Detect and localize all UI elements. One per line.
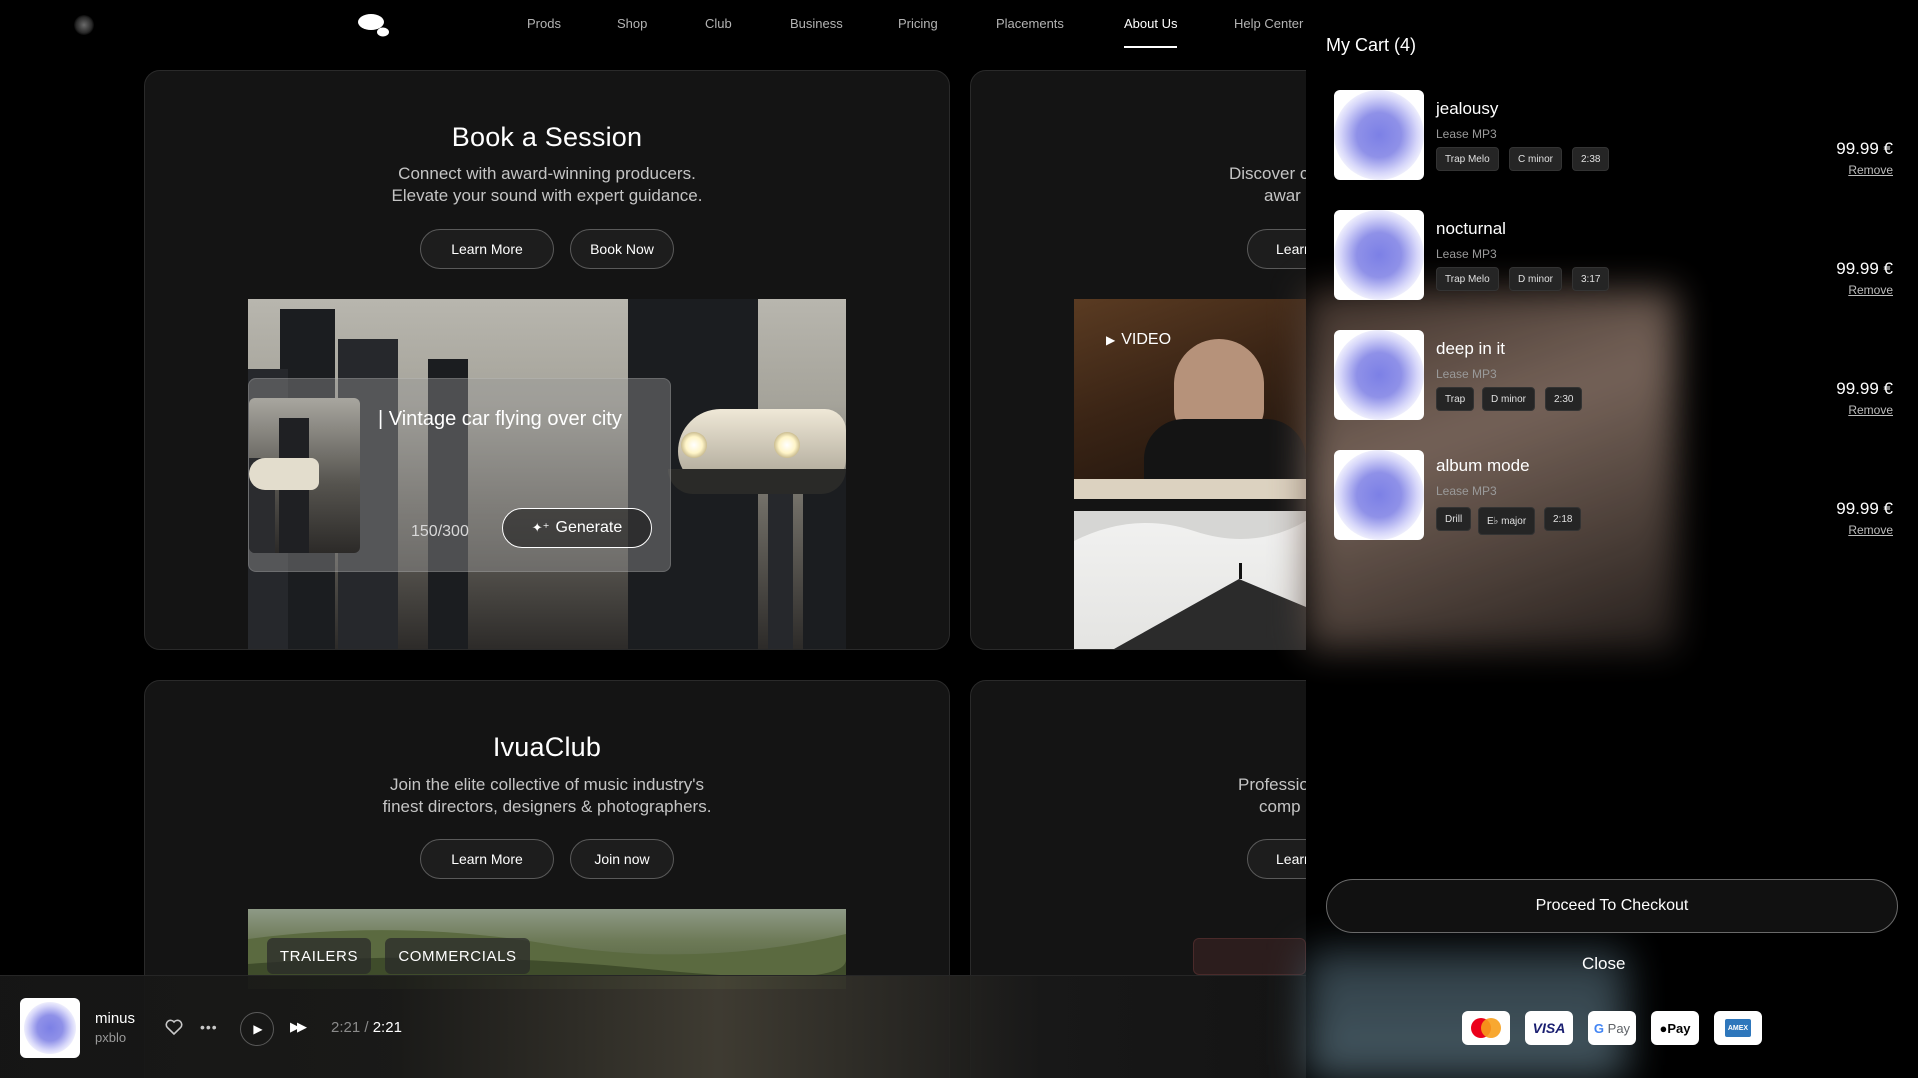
cart-item-name[interactable]: album mode: [1436, 456, 1530, 476]
generate-label: Generate: [555, 519, 623, 536]
nav-business[interactable]: Business: [790, 16, 843, 31]
cart-item-artwork[interactable]: [1334, 210, 1424, 300]
cart-item-remove-link[interactable]: Remove: [1780, 283, 1893, 297]
cart-item-license: Lease MP3: [1436, 367, 1497, 381]
cart-item-price: 99.99 €: [1836, 259, 1893, 278]
cart-item-genre-tag: Drill: [1436, 507, 1472, 531]
cart-item-remove-link[interactable]: Remove: [1780, 403, 1893, 417]
cart-item: [1334, 90, 1424, 180]
cart-item-remove-link[interactable]: Remove: [1780, 163, 1893, 177]
cart-item-price: 99.99 €: [1836, 139, 1893, 158]
close-cart-button[interactable]: Close: [1582, 954, 1625, 974]
character-counter: 150/300: [411, 523, 469, 540]
book-session-desc-line2: Elevate your sound with expert guidance.: [391, 186, 703, 205]
cart-item-license: Lease MP3: [1436, 484, 1497, 498]
skip-forward-icon[interactable]: ▶▶: [290, 1019, 307, 1035]
video-tag: ▶ VIDEO: [1106, 331, 1171, 349]
cart-item-key-tag: D minor: [1509, 267, 1563, 291]
apple-pay-icon: ●Pay: [1651, 1011, 1699, 1045]
play-icon: ▶: [253, 1022, 263, 1036]
cart-item-duration-tag: 2:30: [1545, 387, 1583, 411]
prompt-input[interactable]: | Vintage car flying over city: [378, 408, 622, 431]
cart-item-genre-tag: Trap Melo: [1436, 267, 1499, 291]
cart-item-artwork[interactable]: [1334, 90, 1424, 180]
brand-logo-icon[interactable]: [356, 12, 390, 38]
cart-item-name[interactable]: nocturnal: [1436, 219, 1506, 239]
total-time: 2:21: [372, 1019, 402, 1036]
cart-item: [1334, 450, 1424, 540]
heart-icon[interactable]: [165, 1019, 183, 1040]
cart-item-remove-link[interactable]: Remove: [1780, 523, 1893, 537]
cart-item-name[interactable]: jealousy: [1436, 99, 1498, 119]
cart-item: [1334, 210, 1424, 300]
time-separator: /: [364, 1019, 369, 1036]
club-desc-line2: finest directors, designers & photograph…: [382, 797, 712, 816]
proceed-to-checkout-button[interactable]: Proceed To Checkout: [1326, 879, 1898, 933]
current-time: 2:21: [331, 1019, 361, 1036]
cart-item-artwork[interactable]: [1334, 450, 1424, 540]
nav-about-us[interactable]: About Us: [1124, 16, 1177, 31]
professional-desc-line2: comp: [1259, 797, 1301, 816]
cart-item-duration-tag: 2:38: [1572, 147, 1610, 171]
sparkle-icon: ✦⁺: [531, 520, 550, 535]
cart-item-duration-tag: 2:18: [1544, 507, 1582, 531]
cart-item-license: Lease MP3: [1436, 127, 1497, 141]
club-desc-line1: Join the elite collective of music indus…: [389, 775, 705, 794]
book-now-button[interactable]: Book Now: [570, 229, 674, 269]
discover-desc-line1: Discover c: [1229, 164, 1309, 183]
nav-shop[interactable]: Shop: [617, 16, 647, 31]
app-preview-thumbnail: [1193, 938, 1306, 975]
nav-active-underline: [1124, 46, 1177, 48]
cart-item: [1334, 330, 1424, 420]
cart-item-price: 99.99 €: [1836, 499, 1893, 518]
cart-item-genre-tag: Trap: [1436, 387, 1475, 411]
now-playing-title[interactable]: minus: [95, 1010, 135, 1027]
mastercard-icon: [1462, 1011, 1510, 1045]
club-learn-more-button[interactable]: Learn More: [420, 839, 554, 879]
club-title: IvuaClub: [492, 732, 602, 762]
amex-icon: AMEX: [1714, 1011, 1762, 1045]
cart-item-name[interactable]: deep in it: [1436, 339, 1505, 359]
nav-help-center[interactable]: Help Center: [1234, 16, 1303, 31]
more-options-icon[interactable]: •••: [200, 1019, 218, 1035]
cart-item-artwork[interactable]: [1334, 330, 1424, 420]
nav-prods[interactable]: Prods: [527, 16, 561, 31]
audio-player-bar: [0, 975, 1306, 1078]
generate-button[interactable]: ✦⁺ Generate: [502, 508, 652, 548]
generated-image-thumbnail[interactable]: [249, 398, 360, 553]
discover-desc-line2: awar: [1264, 186, 1301, 205]
cart-item-key-tag: C minor: [1509, 147, 1563, 171]
professional-desc-line1: Professio: [1238, 775, 1309, 794]
cart-item-license: Lease MP3: [1436, 247, 1497, 261]
nav-club[interactable]: Club: [705, 16, 732, 31]
now-playing-artist[interactable]: pxblo: [95, 1030, 126, 1045]
now-playing-artwork[interactable]: [20, 998, 80, 1058]
cart-title: My Cart (4): [1326, 35, 1416, 55]
book-session-desc-line1: Connect with award-winning producers.: [398, 164, 696, 183]
book-session-title: Book a Session: [451, 122, 643, 152]
visa-icon: VISA: [1525, 1011, 1573, 1045]
play-button[interactable]: ▶: [240, 1012, 274, 1046]
mountain-image[interactable]: [1074, 511, 1306, 649]
google-pay-icon: G Pay: [1588, 1011, 1636, 1045]
session-learn-more-button[interactable]: Learn More: [420, 229, 554, 269]
cart-item-price: 99.99 €: [1836, 379, 1893, 398]
playback-time: 2:21 / 2:21: [331, 1019, 402, 1036]
video-thumbnail[interactable]: [1074, 299, 1306, 499]
cart-item-key-tag: E♭ major: [1478, 507, 1536, 535]
cart-item-duration-tag: 3:17: [1572, 267, 1610, 291]
tag-trailers[interactable]: TRAILERS: [267, 938, 371, 974]
profile-dot-icon[interactable]: [74, 15, 94, 35]
nav-placements[interactable]: Placements: [996, 16, 1064, 31]
cart-item-genre-tag: Trap Melo: [1436, 147, 1499, 171]
cart-item-key-tag: D minor: [1482, 387, 1536, 411]
join-now-button[interactable]: Join now: [570, 839, 674, 879]
nav-pricing[interactable]: Pricing: [898, 16, 938, 31]
video-tag-label: VIDEO: [1121, 331, 1172, 348]
play-icon: ▶: [1106, 333, 1116, 347]
tag-commercials[interactable]: COMMERCIALS: [385, 938, 530, 974]
